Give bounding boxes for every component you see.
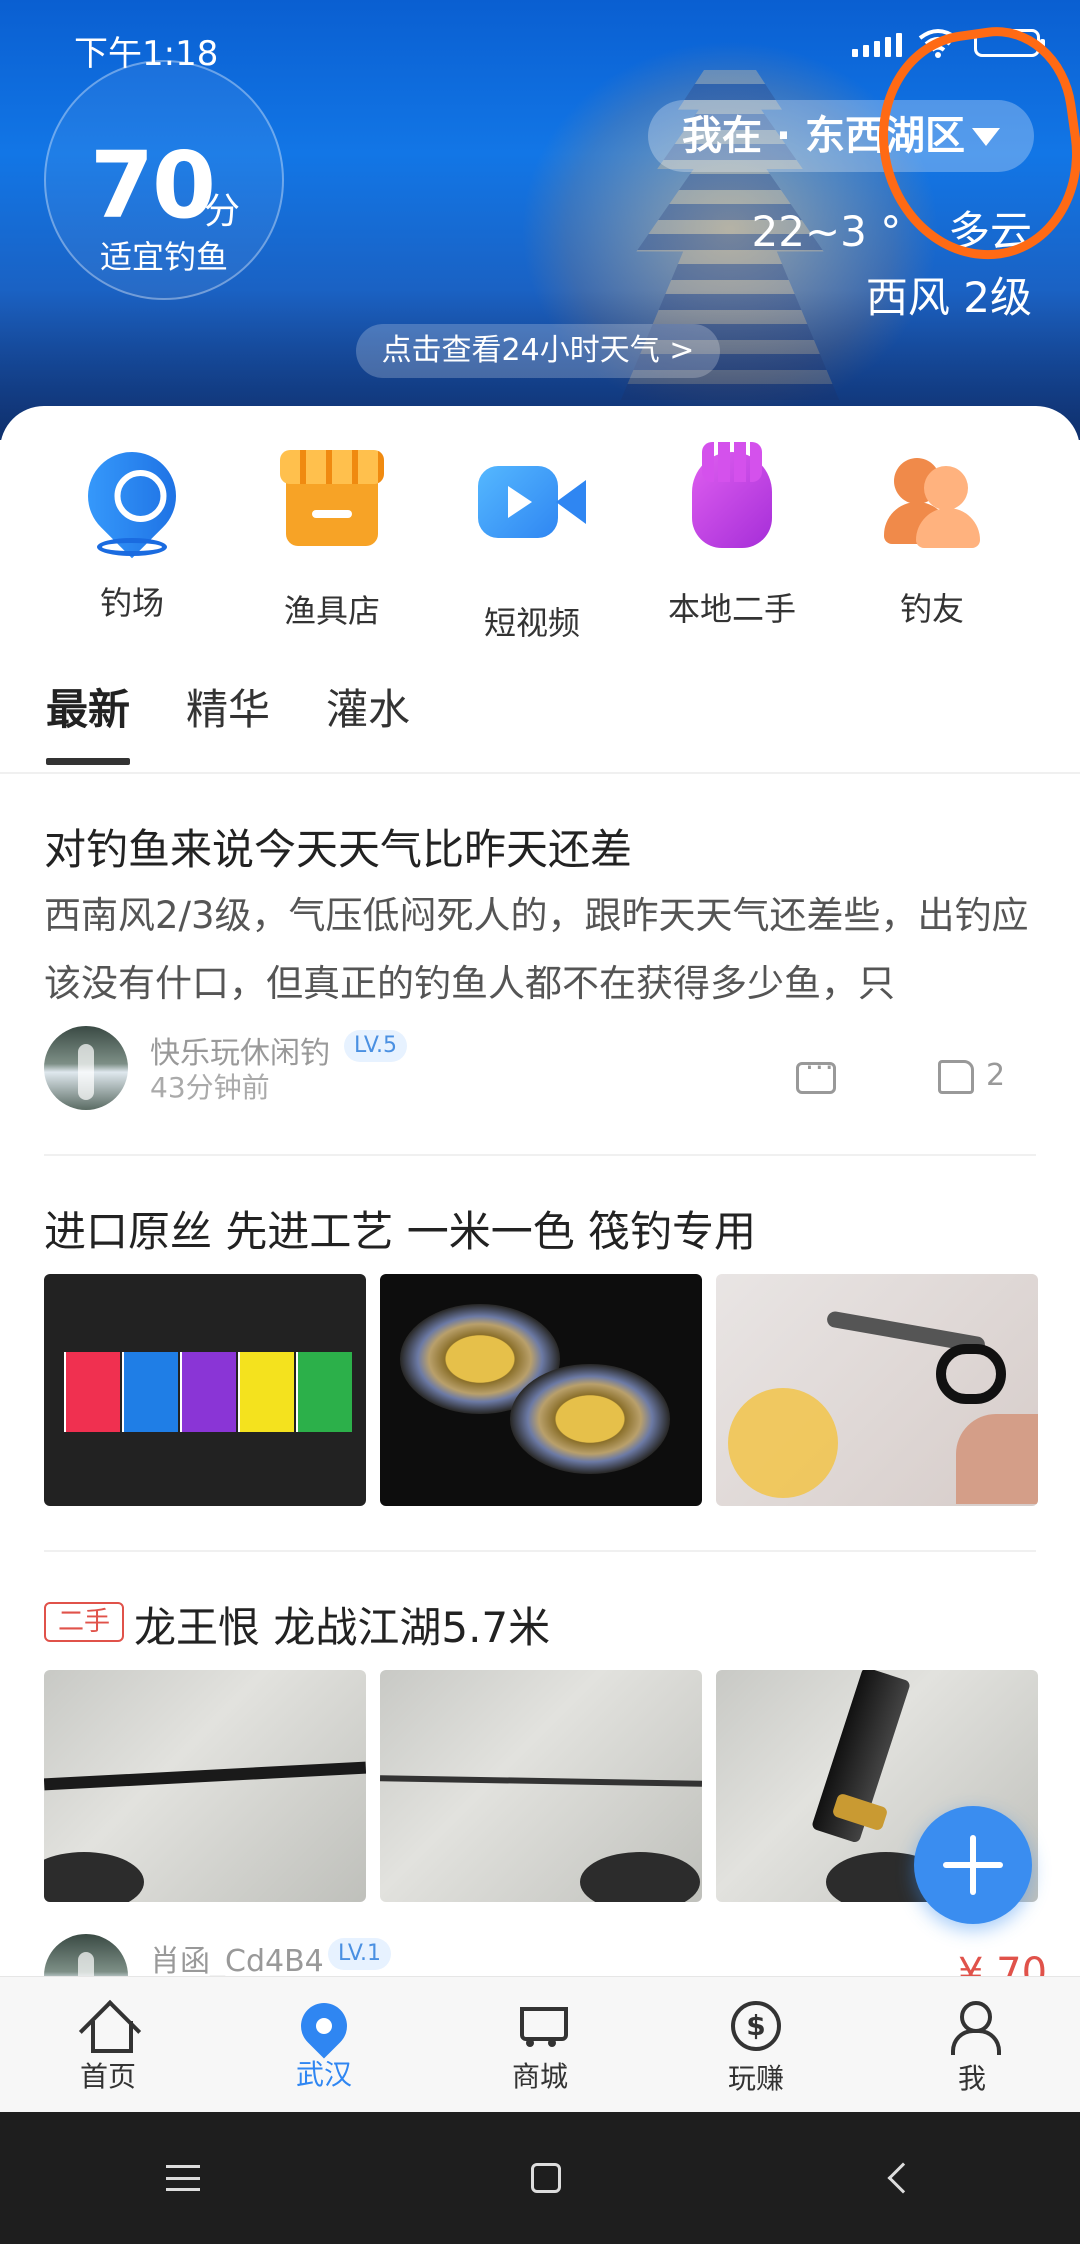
quick-entry-label: 渔具店	[283, 592, 380, 630]
post-image-scissors-knot[interactable]	[716, 1274, 1038, 1506]
quick-entry-label: 短视频	[483, 604, 580, 642]
post-title[interactable]: 龙王恨 龙战江湖5.7米	[134, 1594, 550, 1655]
tab-chat[interactable]: 灌水	[326, 676, 410, 765]
post-author[interactable]: 肖函_Cd4B4	[150, 1936, 324, 1980]
quick-entry-fishing-spot[interactable]: 钓场	[32, 433, 232, 644]
nav-home[interactable]: 首页	[0, 1977, 216, 2112]
tab-featured[interactable]: 精华	[186, 676, 270, 765]
comment-icon[interactable]	[796, 1051, 836, 1094]
post-divider	[44, 1550, 1036, 1552]
post-images	[44, 1670, 1038, 1902]
nav-label: 武汉	[295, 2058, 352, 2091]
nav-earn[interactable]: $ 玩赚	[648, 1977, 864, 2112]
forecast-24h-link[interactable]: 点击查看24小时天气 >	[356, 324, 720, 378]
fishing-spot-pin-icon	[69, 433, 195, 559]
score-unit: 分	[204, 191, 241, 232]
feed-tabs: 最新 精华 灌水	[46, 676, 410, 765]
app-screen: 下午1:18 70 分 适宜钓鱼 我在 · 东西湖区 22~3 ° 多云 西风 …	[0, 0, 1080, 2244]
post-image-colored-line[interactable]	[44, 1274, 366, 1506]
menu-icon[interactable]	[165, 2165, 200, 2191]
tackle-shop-icon	[277, 450, 387, 564]
wind-info: 西风 2级	[865, 273, 1032, 322]
quick-entry-local-secondhand[interactable]: 本地二手	[632, 442, 832, 644]
signal-icon	[852, 29, 902, 57]
video-camera-icon	[477, 466, 587, 576]
post-image-rod-floor-2[interactable]	[380, 1670, 702, 1902]
nav-mall[interactable]: 商城	[432, 1977, 648, 2112]
nav-label: 我	[957, 2062, 986, 2095]
bottom-navigation: 首页 武汉 商城 $ 玩赚 我	[0, 1976, 1080, 2112]
tab-latest[interactable]: 最新	[46, 676, 131, 765]
dollar-coin-icon: $	[731, 2001, 781, 2051]
post-image-braided-reels[interactable]	[380, 1274, 702, 1506]
hand-icon	[677, 442, 787, 562]
nav-wuhan[interactable]: 武汉	[216, 1977, 432, 2112]
quick-entry-short-video[interactable]: 短视频	[432, 446, 632, 644]
post-title[interactable]: 对钓鱼来说今天天气比昨天还差	[44, 816, 632, 877]
cart-icon	[514, 2001, 568, 2049]
nav-label: 玩赚	[727, 2062, 784, 2095]
post-title[interactable]: 进口原丝 先进工艺 一米一色 筏钓专用	[44, 1198, 756, 1259]
post-image-rod-floor[interactable]	[44, 1670, 366, 1902]
post-body[interactable]: 西南风2/3级，气压低闷死人的，跟昨天天气还差些，出钓应该没有什口，但真正的钓鱼…	[44, 882, 1034, 1018]
square-home-icon[interactable]	[530, 2163, 561, 2193]
user-icon	[947, 2001, 1001, 2055]
tabs-divider	[0, 772, 1080, 774]
nav-label: 商城	[511, 2060, 568, 2093]
quick-entry-label: 钓友	[899, 590, 964, 628]
post-images	[44, 1274, 1038, 1506]
post-divider	[44, 1154, 1036, 1156]
nav-me[interactable]: 我	[864, 1977, 1080, 2112]
content-card: 钓场 渔具店 短视频 本地二手 钓友 最新 精华 灌水 对钓鱼来说今天天气比昨天…	[0, 406, 1080, 2018]
quick-entry-tackle-shop[interactable]: 渔具店	[232, 446, 432, 644]
location-pin-icon	[291, 1993, 357, 2059]
quick-entries: 钓场 渔具店 短视频 本地二手 钓友	[0, 433, 1080, 644]
like-count: 2	[986, 1058, 1006, 1093]
fishing-score[interactable]: 70 分 适宜钓鱼	[44, 60, 284, 300]
quick-entry-label: 本地二手	[667, 590, 796, 628]
thumbs-up-icon[interactable]	[938, 1060, 974, 1094]
add-post-button[interactable]	[914, 1806, 1032, 1924]
quick-entry-label: 钓场	[99, 584, 164, 622]
weather-header: 下午1:18 70 分 适宜钓鱼 我在 · 东西湖区 22~3 ° 多云 西风 …	[0, 0, 1080, 440]
score-value: 70	[90, 132, 216, 239]
back-chevron-icon[interactable]	[887, 2162, 919, 2194]
home-icon	[83, 2001, 133, 2053]
level-badge: LV.1	[328, 1938, 392, 1970]
friends-icon	[877, 452, 987, 562]
system-navigation-bar	[0, 2112, 1080, 2244]
quick-entry-anglers[interactable]: 钓友	[832, 446, 1032, 644]
level-badge: LV.5	[344, 1030, 408, 1062]
score-text: 适宜钓鱼	[99, 238, 228, 276]
post-time: 43分钟前	[150, 1071, 270, 1104]
temperature: 22~3 °	[751, 207, 902, 256]
avatar[interactable]	[44, 1026, 128, 1110]
secondhand-tag: 二手	[44, 1602, 124, 1642]
